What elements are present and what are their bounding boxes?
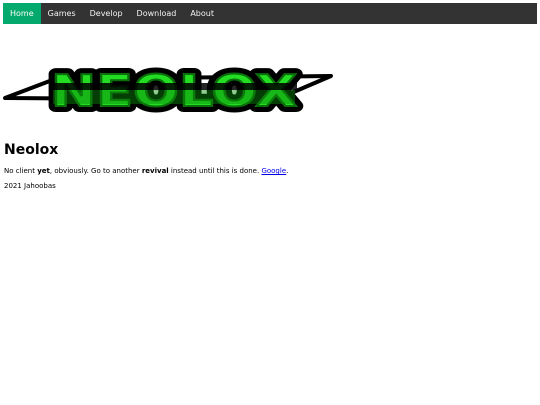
- page-title: Neolox: [4, 142, 59, 158]
- footer-copyright: 2021 Jahoobas: [4, 182, 56, 190]
- top-navigation: Home Games Develop Download About: [3, 3, 537, 24]
- intro-part: instead until this is done.: [168, 167, 262, 175]
- intro-emphasis-revival: revival: [141, 167, 169, 175]
- nav-develop[interactable]: Develop: [83, 3, 130, 24]
- intro-emphasis-yet: yet: [37, 167, 50, 175]
- intro-text: No client yet, obviously. Go to another …: [4, 167, 288, 176]
- nav-home[interactable]: Home: [3, 3, 41, 24]
- google-link[interactable]: Google: [261, 167, 286, 175]
- nav-about[interactable]: About: [183, 3, 221, 24]
- intro-part: .: [286, 167, 289, 175]
- intro-part: No client: [4, 167, 38, 175]
- nav-games[interactable]: Games: [41, 3, 83, 24]
- neolox-logo: NEOLOX NEOLOX: [3, 52, 333, 123]
- intro-part: , obviously. Go to another: [49, 167, 142, 175]
- neolox-logo-icon: NEOLOX NEOLOX: [3, 60, 333, 123]
- nav-download[interactable]: Download: [130, 3, 184, 24]
